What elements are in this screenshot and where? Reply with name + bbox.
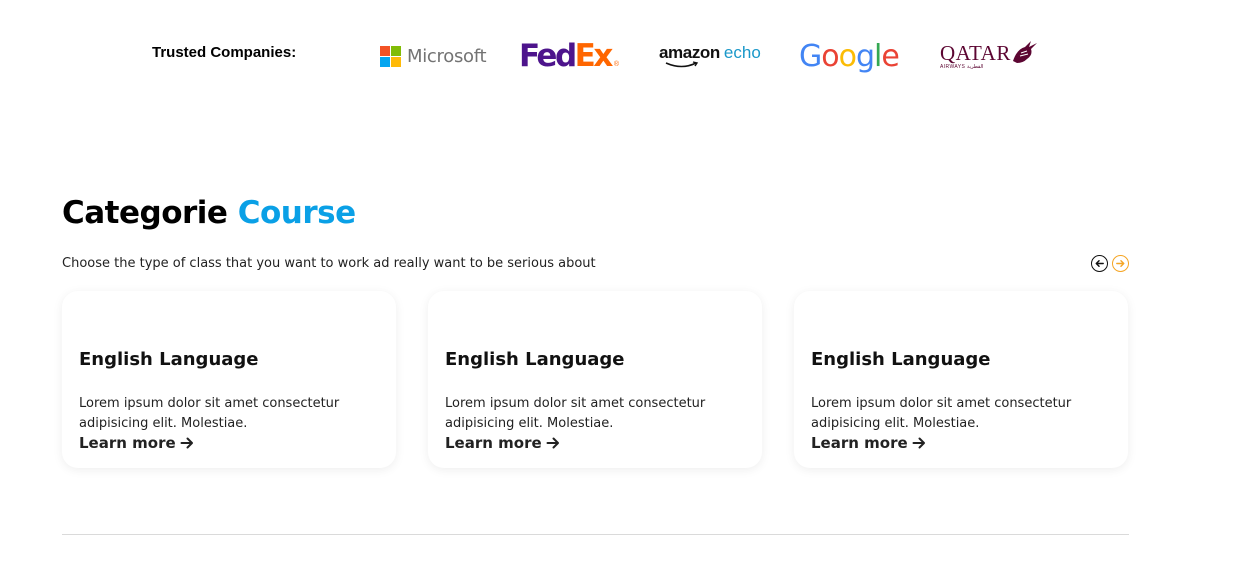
arrow-right-icon	[180, 437, 193, 449]
course-card-title: English Language	[79, 349, 259, 370]
course-card[interactable]: English Language Lorem ipsum dolor sit a…	[62, 291, 396, 468]
oryx-icon	[1012, 41, 1037, 63]
learn-more-link[interactable]: Learn more	[79, 434, 194, 452]
fedex-logo: FedEx ®	[519, 36, 619, 76]
arrow-right-circle-icon	[1116, 260, 1125, 267]
amazon-logo-text: amazon	[659, 43, 720, 62]
course-card[interactable]: English Language Lorem ipsum dolor sit a…	[794, 291, 1128, 468]
course-card-description: Lorem ipsum dolor sit amet consectetur a…	[79, 396, 340, 431]
microsoft-grid-icon	[380, 45, 401, 67]
section-subtitle: Choose the type of class that you want t…	[62, 256, 596, 271]
amazon-echo-logo: amazon echo	[659, 36, 761, 76]
course-card-title: English Language	[811, 349, 991, 370]
trusted-companies-bar: Trusted Companies: Microsoft FedEx ® ama…	[0, 36, 1235, 76]
carousel-nav	[1091, 255, 1129, 272]
section-title: Categorie Course	[62, 195, 356, 231]
course-cards: English Language Lorem ipsum dolor sit a…	[62, 291, 1128, 468]
learn-more-link[interactable]: Learn more	[811, 434, 926, 452]
qatar-logo-subtext: AIRWAYS القطرية	[940, 63, 984, 70]
microsoft-logo: Microsoft	[380, 36, 487, 76]
arrow-left-circle-icon	[1095, 260, 1104, 267]
course-card-description: Lorem ipsum dolor sit amet consectetur a…	[811, 396, 1072, 431]
carousel-prev-button[interactable]	[1091, 255, 1108, 272]
echo-logo-text: echo	[723, 43, 761, 62]
google-logo: Google	[799, 36, 900, 76]
section-divider	[62, 534, 1129, 535]
trusted-companies-label: Trusted Companies:	[152, 44, 297, 61]
arrow-right-icon	[912, 437, 925, 449]
qatar-airways-logo: QATAR AIRWAYS القطرية	[940, 36, 1039, 76]
learn-more-link[interactable]: Learn more	[445, 434, 560, 452]
fedex-logo-text: FedEx	[519, 37, 613, 74]
microsoft-logo-text: Microsoft	[407, 45, 487, 67]
arrow-right-icon	[546, 437, 559, 449]
carousel-next-button[interactable]	[1112, 255, 1129, 272]
google-logo-text: Google	[799, 38, 900, 74]
course-card-title: English Language	[445, 349, 625, 370]
course-card-description: Lorem ipsum dolor sit amet consectetur a…	[445, 396, 706, 431]
amazon-smile-icon	[665, 61, 699, 68]
course-card[interactable]: English Language Lorem ipsum dolor sit a…	[428, 291, 762, 468]
registered-mark-icon: ®	[613, 60, 619, 68]
qatar-logo-text: QATAR	[940, 40, 1011, 65]
